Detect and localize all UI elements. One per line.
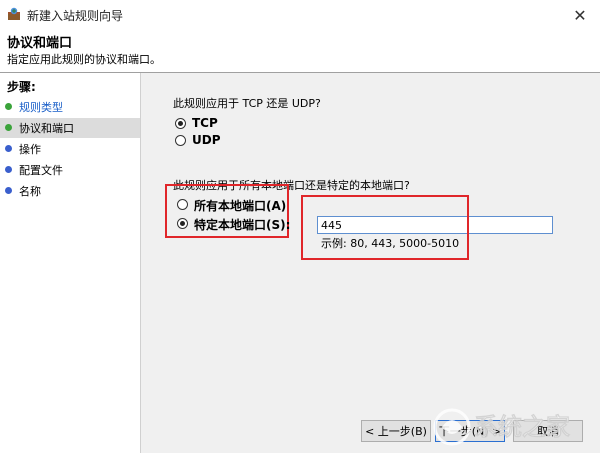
all-ports-label: 所有本地端口(A) [194, 199, 287, 213]
page-subtitle: 指定应用此规则的协议和端口。 [7, 53, 161, 66]
step-dot-icon [5, 166, 12, 173]
tcp-label: TCP [192, 116, 218, 130]
back-button[interactable]: < 上一步(B) [361, 420, 431, 442]
wizard-header: 协议和端口 指定应用此规则的协议和端口。 [0, 30, 600, 72]
step-action[interactable]: 操作 [0, 139, 140, 159]
udp-label: UDP [192, 133, 221, 147]
step-rule-type[interactable]: 规则类型 [0, 97, 140, 117]
step-dot-icon [5, 124, 12, 131]
close-button[interactable]: ✕ [560, 0, 600, 30]
page-title: 协议和端口 [7, 36, 73, 51]
radio-unchecked-icon[interactable] [175, 135, 186, 146]
step-label: 协议和端口 [19, 122, 74, 135]
step-profile[interactable]: 配置文件 [0, 160, 140, 180]
protocol-question: 此规则应用于 TCP 还是 UDP? [173, 97, 321, 110]
step-dot-icon [5, 187, 12, 194]
specific-ports-label: 特定本地端口(S): [194, 218, 291, 232]
close-icon: ✕ [573, 5, 587, 25]
radio-checked-icon[interactable] [175, 118, 186, 129]
step-label: 规则类型 [19, 101, 63, 114]
step-protocol-ports[interactable]: 协议和端口 [0, 118, 140, 138]
radio-checked-icon[interactable] [177, 218, 188, 229]
steps-panel: 步骤: 规则类型 协议和端口 操作 配置文件 名称 [0, 73, 141, 453]
watermark-text: 系统之家 [474, 413, 570, 441]
steps-title: 步骤: [7, 80, 36, 94]
step-name[interactable]: 名称 [0, 181, 140, 201]
step-dot-icon [5, 145, 12, 152]
watermark-logo: 系统之家 [433, 408, 570, 446]
step-label: 名称 [19, 185, 41, 198]
title-bar: 新建入站规则向导 ✕ [0, 0, 600, 30]
highlight-box-input [301, 195, 469, 260]
wizard-content: 此规则应用于 TCP 还是 UDP? TCP UDP 此规则应用于所有本地端口还… [141, 73, 600, 453]
step-label: 操作 [19, 143, 41, 156]
step-dot-icon [5, 103, 12, 110]
firewall-app-icon [8, 7, 20, 20]
window-title: 新建入站规则向导 [27, 9, 124, 23]
radio-unchecked-icon[interactable] [177, 199, 188, 210]
step-label: 配置文件 [19, 164, 63, 177]
